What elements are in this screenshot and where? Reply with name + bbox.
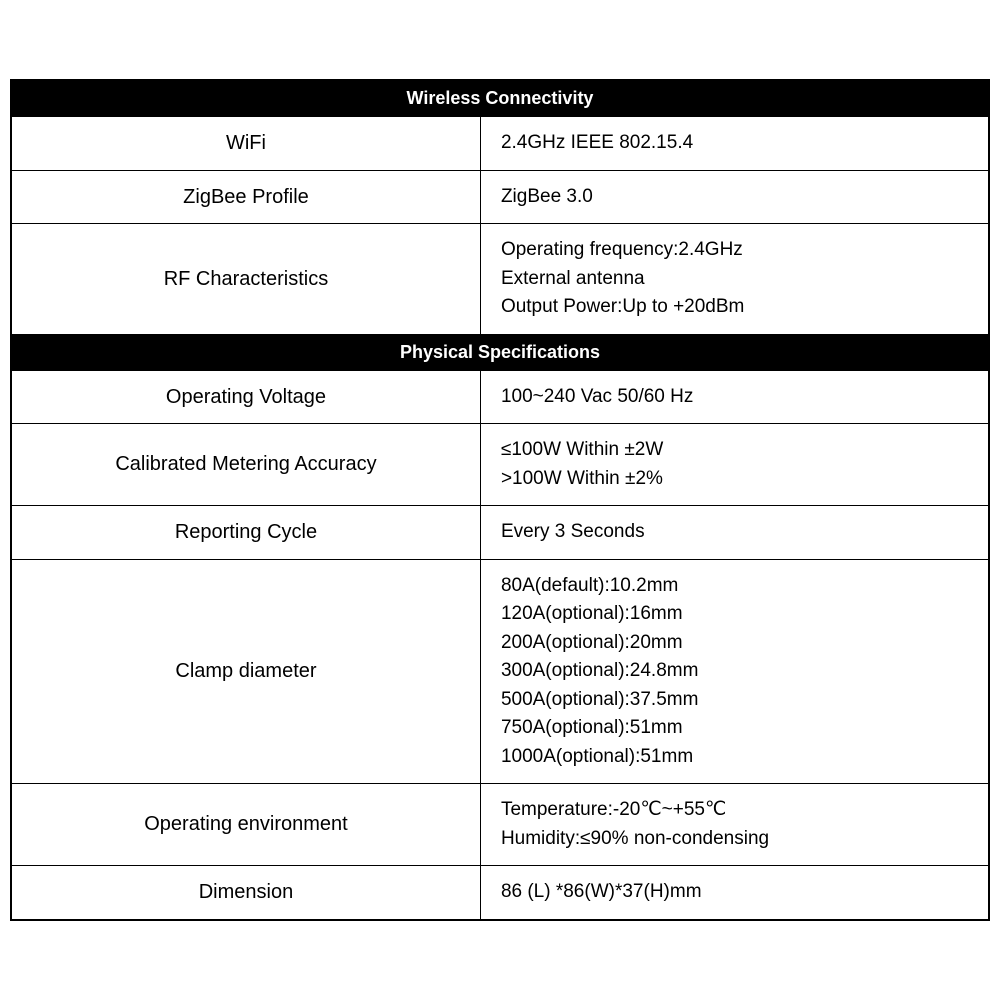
section-header-label: Wireless Connectivity — [11, 80, 989, 117]
row-value: 80A(default):10.2mm120A(optional):16mm20… — [480, 559, 989, 784]
row-label: Reporting Cycle — [11, 506, 480, 560]
table-row: Dimension86 (L) *86(W)*37(H)mm — [11, 866, 989, 920]
row-value: 86 (L) *86(W)*37(H)mm — [480, 866, 989, 920]
row-label: ZigBee Profile — [11, 170, 480, 224]
table-row: Operating environmentTemperature:-20℃~+5… — [11, 784, 989, 866]
row-label: WiFi — [11, 117, 480, 171]
row-label: Clamp diameter — [11, 559, 480, 784]
row-value: 2.4GHz IEEE 802.15.4 — [480, 117, 989, 171]
section-header-row: Wireless Connectivity — [11, 80, 989, 117]
table-row: Calibrated Metering Accuracy≤100W Within… — [11, 424, 989, 506]
row-value: Temperature:-20℃~+55℃Humidity:≤90% non-c… — [480, 784, 989, 866]
row-label: Dimension — [11, 866, 480, 920]
section-header-row: Physical Specifications — [11, 334, 989, 370]
table-row: RF CharacteristicsOperating frequency:2.… — [11, 224, 989, 335]
table-row: ZigBee ProfileZigBee 3.0 — [11, 170, 989, 224]
row-label: Operating environment — [11, 784, 480, 866]
row-label: RF Characteristics — [11, 224, 480, 335]
table-row: Operating Voltage100~240 Vac 50/60 Hz — [11, 370, 989, 424]
row-value: Every 3 Seconds — [480, 506, 989, 560]
row-value: ≤100W Within ±2W >100W Within ±2% — [480, 424, 989, 506]
row-value: ZigBee 3.0 — [480, 170, 989, 224]
spec-table: Wireless ConnectivityWiFi2.4GHz IEEE 802… — [10, 79, 990, 921]
row-value: 100~240 Vac 50/60 Hz — [480, 370, 989, 424]
table-row: WiFi2.4GHz IEEE 802.15.4 — [11, 117, 989, 171]
row-label: Operating Voltage — [11, 370, 480, 424]
table-row: Clamp diameter80A(default):10.2mm120A(op… — [11, 559, 989, 784]
row-label: Calibrated Metering Accuracy — [11, 424, 480, 506]
row-value: Operating frequency:2.4GHzExternal anten… — [480, 224, 989, 335]
section-header-label: Physical Specifications — [11, 334, 989, 370]
table-row: Reporting CycleEvery 3 Seconds — [11, 506, 989, 560]
